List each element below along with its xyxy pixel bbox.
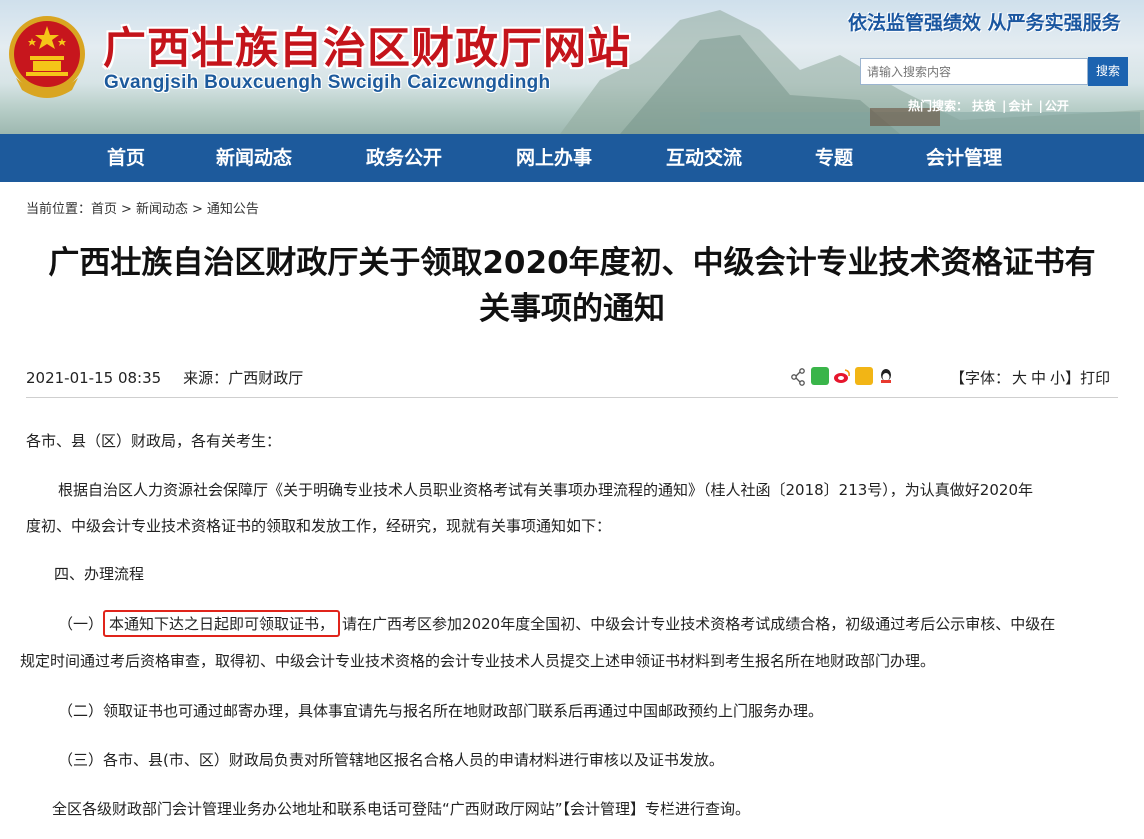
breadcrumb-separator: > xyxy=(121,202,132,217)
item-1-paragraph-line: 规定时间通过考后资格审查，取得初、中级会计专业技术资格的会计专业技术人员提交上述… xyxy=(20,652,936,670)
hot-search-link[interactable]: 公开 xyxy=(1045,99,1069,113)
article-title-line: 关事项的通知 xyxy=(479,291,665,327)
weibo-icon[interactable] xyxy=(833,367,851,385)
greeting-paragraph: 各市、县（区）财政局，各有关考生： xyxy=(26,432,282,450)
item-1-paragraph: （一） 本通知下达之日起即可领取证书， 请在广西考区参加2020年度全国初、中级会计… xyxy=(58,610,1055,637)
main-nav: 首页 新闻动态 政务公开 网上办事 互动交流 专题 会计管理 xyxy=(0,134,1144,182)
nav-item-news[interactable]: 新闻动态 xyxy=(216,134,292,182)
breadcrumb-link-home[interactable]: 首页 xyxy=(91,202,117,217)
article-meta: 2021-01-15 08:35 来源：广西财政厅 xyxy=(26,367,303,388)
breadcrumb-link-news[interactable]: 新闻动态 xyxy=(136,202,188,217)
item-1-prefix: （一） xyxy=(58,615,104,633)
search-input[interactable] xyxy=(860,58,1088,85)
intro-paragraph-line: 度初、中级会计专业技术资格证书的领取和发放工作，经研究，现就有关事项通知如下： xyxy=(26,517,612,535)
search-button[interactable]: 搜索 xyxy=(1088,57,1128,86)
breadcrumb-separator: > xyxy=(191,202,203,217)
hot-search-label: 热门搜索： xyxy=(908,99,969,113)
breadcrumb-link-notices[interactable]: 通知公告 xyxy=(207,202,259,217)
font-size-close: 】 xyxy=(1065,369,1081,387)
wechat-icon[interactable] xyxy=(811,367,829,385)
qq-icon[interactable] xyxy=(877,367,895,385)
item-1-text: 请在广西考区参加2020年度全国初、中级会计专业技术资格考试成绩合格，初级通过考… xyxy=(342,615,1056,633)
site-subtitle: Gvangjsih Bouxcuengh Swcigih Caizcwngdin… xyxy=(104,72,551,93)
item-3-paragraph: （三）各市、县(市、区）财政局负责对所管辖地区报名合格人员的申请材料进行审核以及… xyxy=(58,751,724,769)
nav-item-interaction[interactable]: 互动交流 xyxy=(666,134,742,182)
intro-paragraph-line: 根据自治区人力资源社会保障厅《关于明确专业技术人员职业资格考试有关事项办理流程的… xyxy=(58,481,1033,499)
font-size-label: 【字体： xyxy=(950,369,1011,387)
publish-date: 2021-01-15 08:35 xyxy=(26,369,162,387)
item-2-paragraph: （二）领取证书也可通过邮寄办理，具体事宜请先与报名所在地财政部门联系后再通过中国… xyxy=(58,702,824,720)
nav-item-online-services[interactable]: 网上办事 xyxy=(516,134,592,182)
hot-search-link[interactable]: 扶贫 xyxy=(972,99,996,113)
hot-search-link[interactable]: 会计 xyxy=(1008,99,1032,113)
font-size-controls: 【字体：大中小】打印 xyxy=(950,367,1114,388)
section-heading: 四、办理流程 xyxy=(54,565,145,583)
site-slogan: 依法监管强绩效 从严务实强服务 xyxy=(848,12,1121,34)
source-name: 广西财政厅 xyxy=(228,369,304,387)
nav-item-home[interactable]: 首页 xyxy=(107,134,145,182)
highlighted-text-box: 本通知下达之日起即可领取证书， xyxy=(103,610,341,637)
print-link[interactable]: 打印 xyxy=(1080,369,1110,387)
hot-search: 热门搜索： 扶贫 | 会计 | 公开 xyxy=(908,99,1069,113)
font-size-medium[interactable]: 中 xyxy=(1031,369,1046,387)
breadcrumb: 当前位置：首页 > 新闻动态 > 通知公告 xyxy=(26,198,263,217)
qzone-icon[interactable] xyxy=(855,367,873,385)
font-size-large[interactable]: 大 xyxy=(1012,369,1027,387)
nav-item-accounting[interactable]: 会计管理 xyxy=(926,134,1002,182)
article-title: 广西壮族自治区财政厅关于领取2020年度初、中级会计专业技术资格证书有 关事项的… xyxy=(26,240,1118,332)
meta-divider xyxy=(26,397,1118,398)
site-title[interactable]: 广西壮族自治区财政厅网站 xyxy=(103,14,631,76)
nav-item-topics[interactable]: 专题 xyxy=(815,134,853,182)
share-icon[interactable] xyxy=(790,368,806,386)
closing-paragraph: 全区各级财政部门会计管理业务办公地址和联系电话可登陆“广西财政厅网站”【会计管理… xyxy=(52,800,751,818)
site-banner: 广西壮族自治区财政厅网站 Gvangjsih Bouxcuengh Swcigi… xyxy=(0,0,1144,134)
breadcrumb-label: 当前位置： xyxy=(26,202,92,217)
nav-item-government-affairs[interactable]: 政务公开 xyxy=(366,134,442,182)
source-label: 来源： xyxy=(183,369,229,387)
national-emblem-icon xyxy=(9,16,85,98)
article-title-line: 广西壮族自治区财政厅关于领取2020年度初、中级会计专业技术资格证书有 xyxy=(48,245,1096,281)
font-size-small[interactable]: 小 xyxy=(1050,369,1065,387)
